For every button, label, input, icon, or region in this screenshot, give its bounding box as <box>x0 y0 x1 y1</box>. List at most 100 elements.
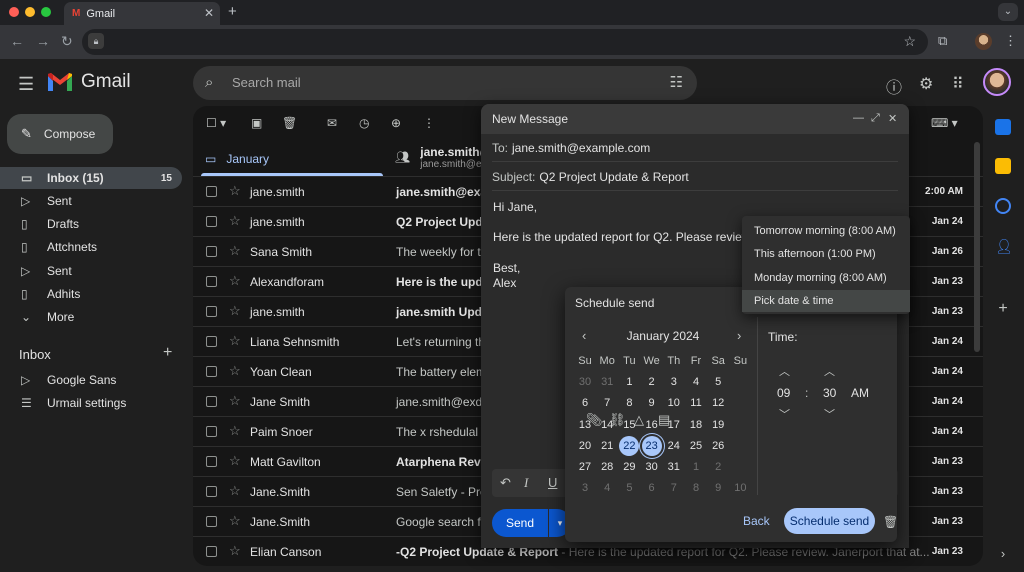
help-icon[interactable]: ⓘ <box>886 74 902 98</box>
back-button[interactable]: Back <box>743 514 770 528</box>
star-icon[interactable]: ☆ <box>229 543 241 559</box>
mark-read-icon[interactable]: ✉ <box>327 116 337 130</box>
sidebar-item-attchnets[interactable]: ▯ Attchnets <box>0 236 182 258</box>
account-avatar[interactable] <box>983 68 1011 96</box>
calendar-day[interactable]: 20 <box>574 436 596 456</box>
calendar-icon[interactable] <box>995 119 1011 135</box>
star-icon[interactable]: ☆ <box>229 333 241 349</box>
calendar-day[interactable]: 18 <box>685 415 707 435</box>
insert-file-icon[interactable]: ▤ <box>658 412 670 428</box>
star-icon[interactable]: ☆ <box>229 213 241 229</box>
compose-button[interactable]: ✎ Compose <box>7 114 113 154</box>
underline-icon[interactable]: U <box>548 475 557 490</box>
link-icon[interactable]: ⛓︎ <box>609 412 626 428</box>
hour-field[interactable]: 09 <box>777 386 790 400</box>
option-monday-morning[interactable]: Monday morning (8:00 AM) <box>742 267 910 289</box>
to-value[interactable]: jane.smith@example.com <box>512 141 650 155</box>
minute-field[interactable]: 30 <box>823 386 836 400</box>
calendar-day[interactable]: 25 <box>685 436 707 456</box>
add-task-icon[interactable]: ⊕ <box>391 116 401 130</box>
keyboard-icon[interactable]: ⌨ ▾ <box>931 116 958 130</box>
browser-profile-avatar[interactable] <box>975 33 992 50</box>
minimize-window-button[interactable] <box>25 7 35 17</box>
minimize-icon[interactable]: — <box>853 112 864 124</box>
compose-header[interactable]: New Message — ⤢ ✕ <box>481 104 909 134</box>
star-icon[interactable]: ☆ <box>229 243 241 259</box>
tasks-icon[interactable] <box>995 198 1011 214</box>
sidebar-item-drafts[interactable]: ▯ Drafts <box>0 213 182 235</box>
star-icon[interactable]: ☆ <box>229 453 241 469</box>
row-checkbox[interactable] <box>206 306 217 317</box>
star-icon[interactable]: ☆ <box>229 363 241 379</box>
ampm-toggle[interactable]: AM <box>851 386 869 400</box>
sidebar-item-more[interactable]: ⌄ More <box>0 306 182 328</box>
calendar-day[interactable]: 2 <box>641 372 663 392</box>
sidebar-item-adhits[interactable]: ▯ Adhits <box>0 283 182 305</box>
chevron-right-icon[interactable]: › <box>995 546 1011 562</box>
subject-value[interactable]: Q2 Project Update & Report <box>539 170 688 184</box>
apps-grid-icon[interactable]: ⠿ <box>952 74 964 94</box>
calendar-day[interactable]: 7 <box>596 393 618 413</box>
row-checkbox[interactable] <box>206 216 217 227</box>
search-icon[interactable]: ⌕ <box>205 74 213 91</box>
row-checkbox[interactable] <box>206 336 217 347</box>
maximize-window-button[interactable] <box>41 7 51 17</box>
star-icon[interactable]: ☆ <box>229 393 241 409</box>
calendar-day[interactable]: 10 <box>663 393 685 413</box>
row-checkbox[interactable] <box>206 426 217 437</box>
select-all-checkbox[interactable]: ☐ ▾ <box>206 116 226 130</box>
sidebar-item-sent[interactable]: ▷ Sent <box>0 190 182 212</box>
discard-icon[interactable]: 🗑︎ <box>883 515 898 529</box>
sidebar-item-sent-2[interactable]: ▷ Sent <box>0 260 182 282</box>
keep-icon[interactable] <box>995 158 1011 174</box>
tab-search-button[interactable]: ⌄ <box>998 3 1018 21</box>
to-field[interactable]: To: jane.smith@example.com <box>492 134 898 162</box>
sidebar-item-inbox[interactable]: ▭ Inbox (15) 15 <box>0 167 182 189</box>
calendar-day[interactable]: 3 <box>663 372 685 392</box>
undo-icon[interactable]: ↶ <box>500 475 511 491</box>
expand-icon[interactable]: ⤢ <box>871 112 880 125</box>
star-icon[interactable]: ☆ <box>229 513 241 529</box>
calendar-day[interactable]: 4 <box>685 372 707 392</box>
calendar-day[interactable]: 26 <box>707 436 729 456</box>
add-label-icon[interactable]: + <box>163 344 172 362</box>
back-arrow-icon[interactable]: ← <box>10 33 24 49</box>
search-input[interactable]: Search mail <box>232 75 301 90</box>
bookmark-star-icon[interactable]: ☆ <box>903 33 916 50</box>
sidebar-label-urmail-settings[interactable]: ☰ Urmail settings <box>0 392 182 414</box>
main-menu-icon[interactable]: ☰ <box>18 74 34 95</box>
row-checkbox[interactable] <box>206 486 217 497</box>
option-pick-date-time[interactable]: Pick date & time <box>742 290 910 312</box>
calendar-day[interactable]: 19 <box>707 415 729 435</box>
calendar-day[interactable]: 11 <box>685 393 707 413</box>
row-checkbox[interactable] <box>206 516 217 527</box>
drive-icon[interactable]: △ <box>634 412 644 428</box>
star-icon[interactable]: ☆ <box>229 183 241 199</box>
sidebar-label-google-sans[interactable]: ▷ Google Sans <box>0 369 182 391</box>
attach-icon[interactable]: 📎︎ <box>586 412 603 428</box>
settings-gear-icon[interactable]: ⚙ <box>919 74 933 94</box>
tab-social[interactable]: 👥︎ jane.smith@ jane.smith@ex <box>395 145 491 170</box>
calendar-day[interactable]: 9 <box>641 393 663 413</box>
row-checkbox[interactable] <box>206 396 217 407</box>
close-window-button[interactable] <box>9 7 19 17</box>
send-button[interactable]: Send <box>492 509 548 537</box>
gmail-logo[interactable]: Gmail <box>47 71 131 93</box>
calendar-day[interactable]: 23 <box>641 435 662 456</box>
calendar-day[interactable]: 5 <box>707 372 729 392</box>
mail-list-scrollbar[interactable] <box>974 142 980 352</box>
search-options-icon[interactable]: ☷ <box>670 73 683 91</box>
row-checkbox[interactable] <box>206 276 217 287</box>
calendar-day[interactable]: 21 <box>596 436 618 456</box>
contacts-icon[interactable]: 👤︎ <box>995 238 1013 254</box>
calendar-day[interactable]: 22 <box>619 435 640 456</box>
hour-down-icon[interactable]: ﹀ <box>779 406 790 422</box>
search-bar[interactable]: ⌕ Search mail ☷ <box>193 66 697 100</box>
hour-up-icon[interactable]: ︿ <box>779 363 790 379</box>
add-addon-icon[interactable]: + <box>995 300 1011 317</box>
star-icon[interactable]: ☆ <box>229 273 241 289</box>
calendar-day[interactable]: 30 <box>641 457 663 477</box>
lock-icon[interactable]: 🔒︎ <box>88 33 104 49</box>
archive-icon[interactable]: ▣ <box>251 116 262 130</box>
calendar-day[interactable]: 27 <box>574 457 596 477</box>
